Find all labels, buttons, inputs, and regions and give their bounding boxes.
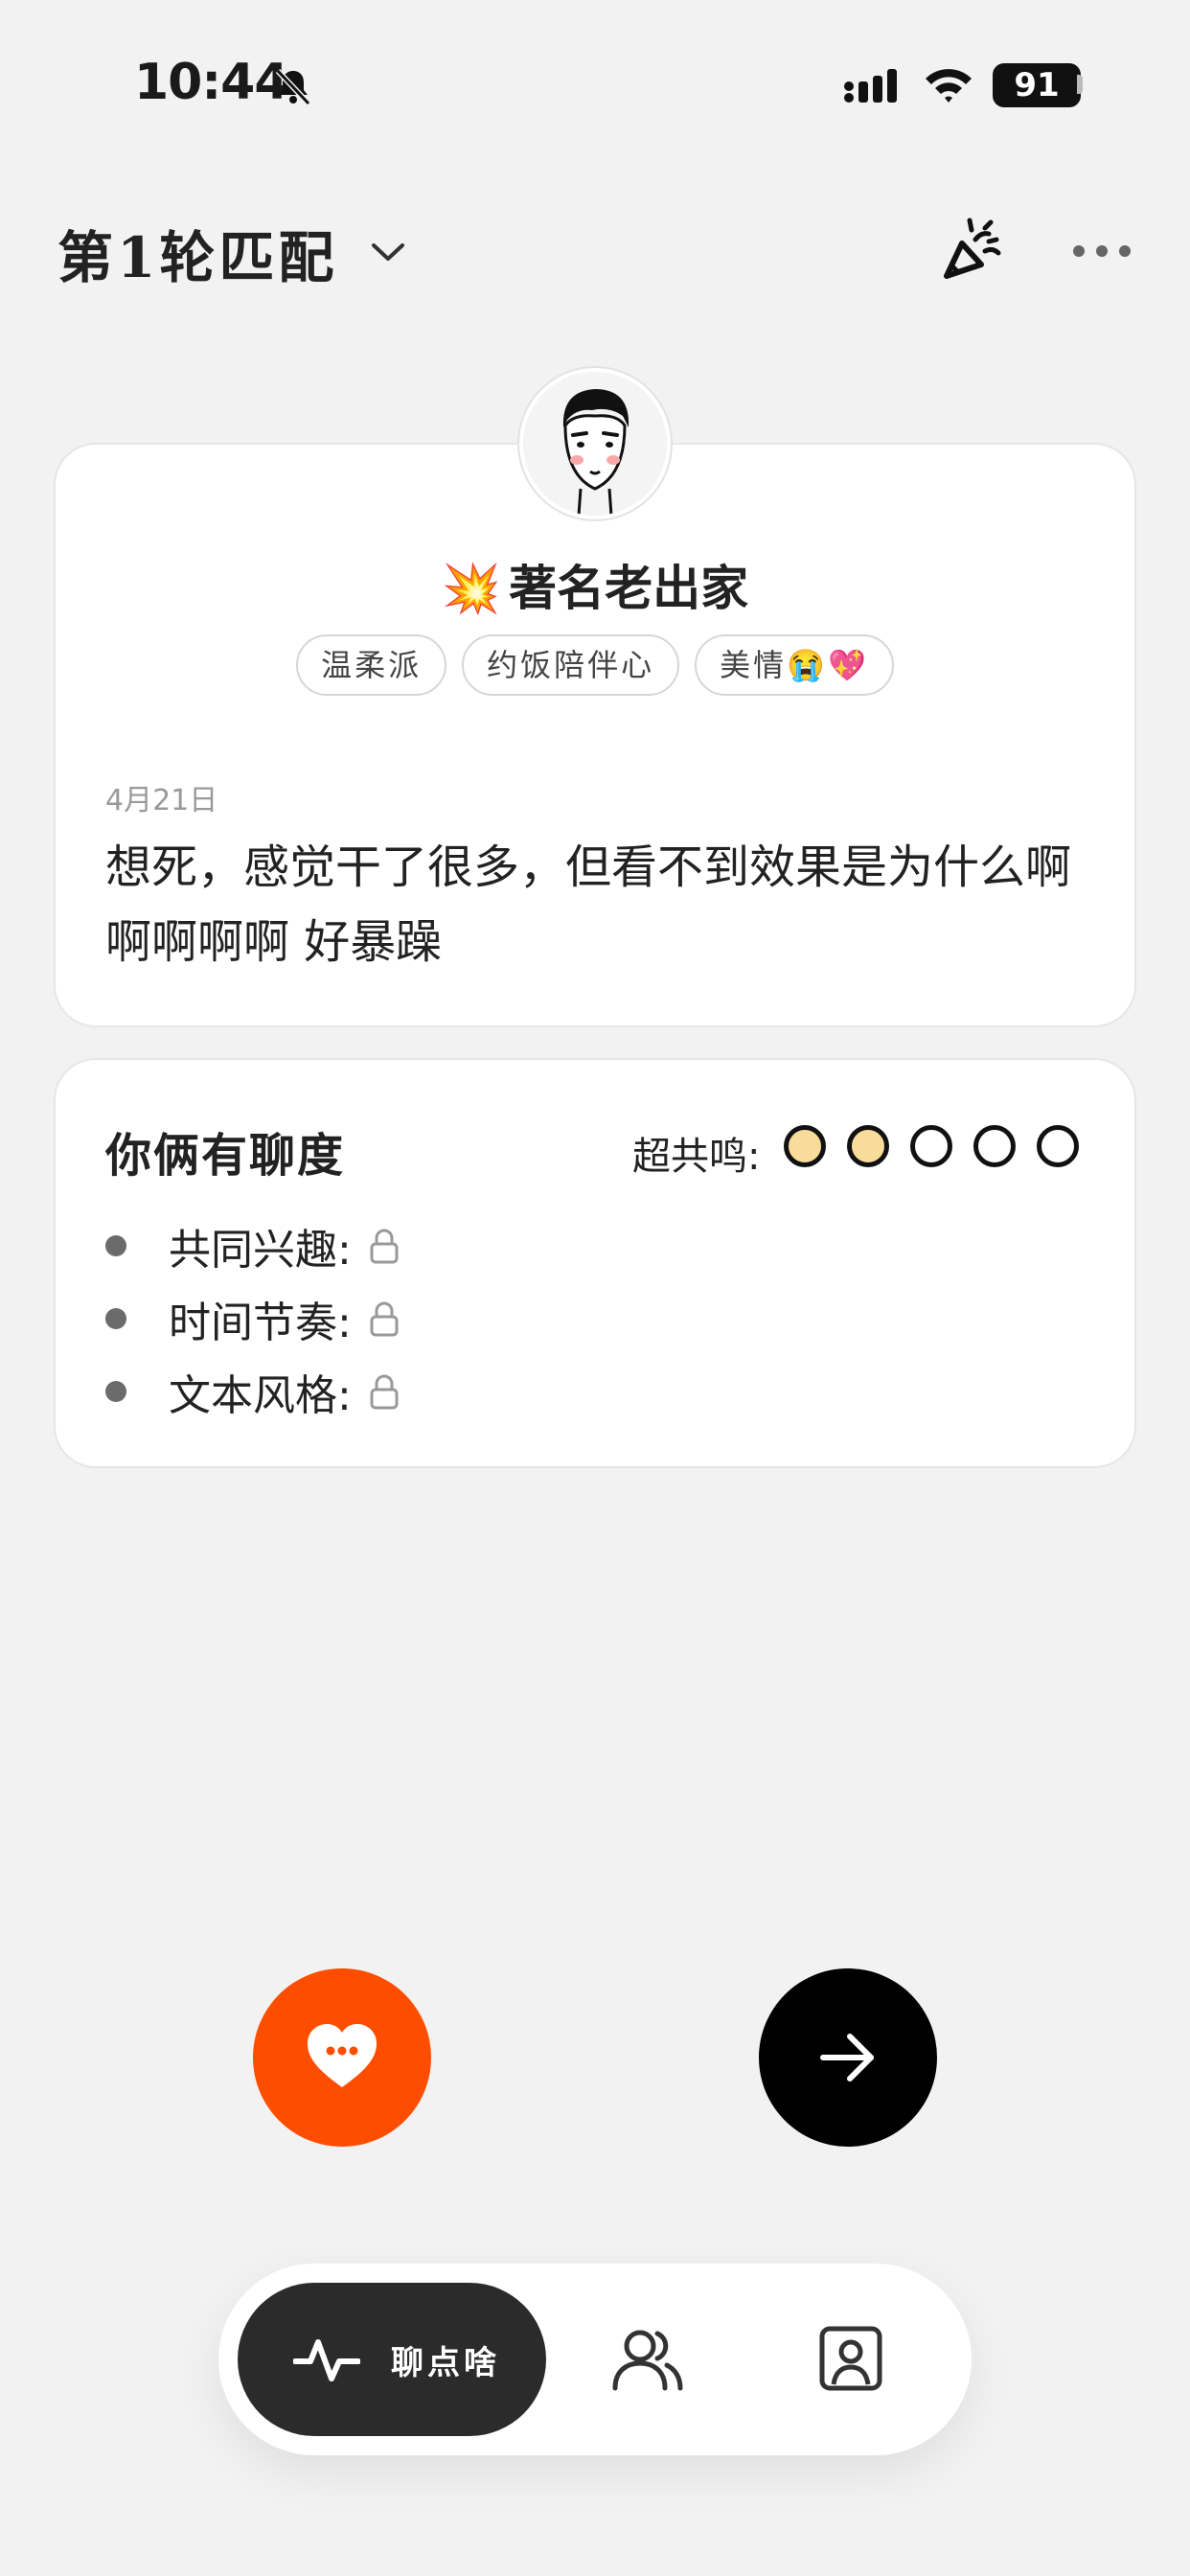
feature-item-interests: 共同兴趣: [105,1209,401,1282]
nickname: 💥 著名老出家 [0,550,1190,619]
tag-chip: 美情😭💖 [695,634,894,696]
bullet [105,1308,126,1329]
battery-tip [1077,75,1083,94]
feature-list: 共同兴趣: 时间节奏: 文本风格: [105,1209,401,1428]
arrow-right-icon [820,2034,874,2082]
status-bar: 10:44 91 [0,0,1190,172]
lock-icon [370,1301,399,1337]
feature-item-rhythm: 时间节奏: [105,1282,401,1355]
like-chat-button[interactable] [253,1968,431,2147]
resonance-label: 超共鸣: [632,1135,761,1179]
feature-label: 时间节奏: [169,1299,352,1347]
post-text: 想死，感觉干了很多，但看不到效果是为什么啊啊啊啊啊 好暴躁 [105,840,1072,969]
bullet [105,1235,126,1256]
battery-indicator: 91 [993,63,1081,107]
post-date: 4月21日 [105,784,218,817]
nickname-emoji: 💥 [441,561,502,616]
avatar[interactable] [519,368,671,519]
round-title[interactable]: 第1轮匹配 [57,213,337,293]
signal-icon [844,69,897,103]
avatar-face-icon [523,372,667,516]
more-icon[interactable] [1071,242,1133,261]
bullet [105,1381,126,1402]
resonance-dot-filled [784,1125,826,1167]
resonance-dot-empty [1037,1125,1079,1167]
feature-label: 文本风格: [169,1371,352,1420]
lock-icon [370,1229,399,1264]
wifi-icon [926,69,972,103]
resonance-dot-empty [910,1125,952,1167]
tab-chat[interactable]: 聊点啥 [238,2283,546,2436]
tag-chip: 约饭陪伴心 [462,634,680,696]
lock-icon [370,1374,399,1410]
nickname-text: 著名老出家 [509,561,749,616]
chat-degree-title: 你俩有聊度 [105,1129,346,1183]
tab-chat-label: 聊点啥 [391,2343,500,2382]
friends-icon[interactable] [611,2327,684,2392]
pulse-icon [293,2339,360,2381]
bottom-nav: 聊点啥 [218,2264,972,2455]
profile-icon[interactable] [818,2325,883,2392]
status-time: 10:44 [134,54,289,111]
feature-item-style: 文本风格: [105,1355,401,1428]
resonance-dot-empty [973,1125,1016,1167]
party-popper-icon[interactable] [937,215,1004,288]
next-match-button[interactable] [759,1968,937,2147]
match-screen: 10:44 91 第1轮匹配 💥 著名老出家 温柔派 约饭陪伴心 美情😭💖 4月… [0,0,1190,2576]
bell-off-icon [275,68,311,106]
heart-chat-icon [308,2024,377,2087]
resonance-meter [784,1125,1079,1167]
tag-chip: 温柔派 [296,634,447,696]
tag-list: 温柔派 约饭陪伴心 美情😭💖 [0,634,1190,696]
chevron-down-icon[interactable] [368,238,408,266]
feature-label: 共同兴趣: [169,1226,352,1275]
resonance-dot-filled [847,1125,889,1167]
